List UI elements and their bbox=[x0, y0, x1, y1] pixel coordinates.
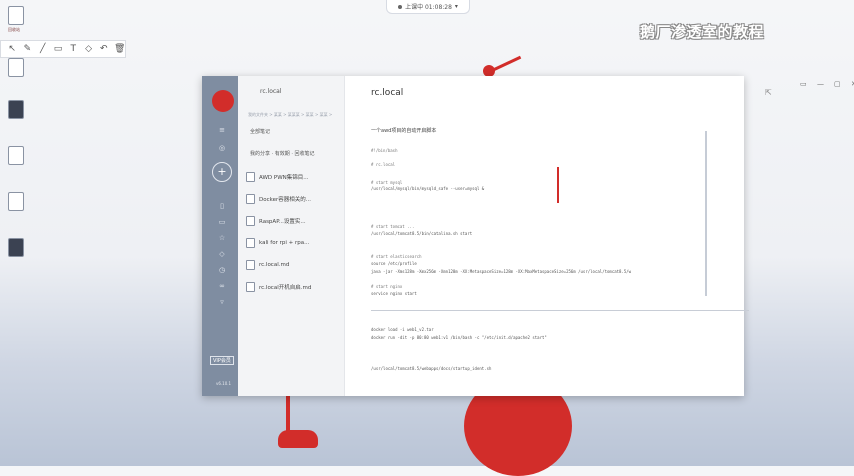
code-line: java -jar -Xms128m -Xmx256m -Xmn128m -XX… bbox=[371, 269, 632, 274]
link-icon[interactable]: ∞ bbox=[217, 282, 227, 290]
document-icon bbox=[246, 238, 255, 248]
list-item[interactable]: rc.local开机自启.md bbox=[246, 282, 311, 292]
new-note-button[interactable]: + bbox=[212, 162, 232, 182]
recycle-bin-icon bbox=[8, 6, 24, 25]
wallpaper-decoration bbox=[557, 167, 559, 203]
tag-icon[interactable]: ◇ bbox=[217, 250, 227, 258]
clock-icon[interactable]: ◷ bbox=[217, 266, 227, 274]
code-line: /usr/local/mysql/bin/mysqld_safe --user=… bbox=[371, 186, 485, 191]
recording-status: 上课中 01:08:28 bbox=[405, 4, 452, 11]
recording-indicator[interactable]: 上课中 01:08:28 ▾ bbox=[386, 0, 470, 14]
chevron-down-icon[interactable]: ▾ bbox=[455, 3, 458, 10]
desktop-icon[interactable] bbox=[8, 100, 26, 119]
section-all-notes[interactable]: 全部笔记 bbox=[250, 128, 270, 135]
list-item[interactable]: Docker容器相关的... bbox=[246, 194, 311, 204]
annotation-toolbar: ↖ ✎ ╱ ▭ T ◇ ↶ 🗑 bbox=[0, 40, 126, 58]
vip-badge[interactable]: VIP会员 bbox=[210, 356, 234, 365]
notes-icon[interactable]: ≡ bbox=[217, 126, 227, 134]
code-line: # start tomcat ... bbox=[371, 224, 415, 229]
mouse-cursor-icon: ⇱ bbox=[765, 88, 772, 97]
code-line: # start mysql bbox=[371, 180, 403, 185]
horizontal-rule bbox=[371, 310, 749, 311]
document-icon bbox=[246, 194, 255, 204]
file-icon bbox=[8, 58, 24, 77]
desktop-icon[interactable] bbox=[8, 238, 26, 257]
video-title-overlay: 鹅厂渗透室的教程 bbox=[640, 23, 765, 41]
code-line: # start elasticsearch bbox=[371, 254, 422, 259]
eraser-tool-icon[interactable]: ◇ bbox=[83, 44, 93, 54]
line-tool-icon[interactable]: ╱ bbox=[38, 44, 48, 54]
code-line: docker run -dit -p 80:80 web1:v1 /bin/ba… bbox=[371, 335, 547, 340]
document-title: rc.local bbox=[371, 88, 404, 98]
share-icon[interactable]: ◎ bbox=[217, 144, 227, 152]
note-list-panel: rc.local 我的文件夹 > 某某 > 某某某 > 某某 > 某某 > 全部… bbox=[238, 76, 345, 396]
document-heading: 一个awd项目的自动开启脚本 bbox=[371, 128, 437, 134]
code-line: source /etc/profile bbox=[371, 261, 417, 266]
code-line: # rc.local bbox=[371, 162, 396, 167]
vertical-scrollbar[interactable] bbox=[705, 131, 707, 296]
breadcrumb[interactable]: 我的文件夹 > 某某 > 某某某 > 某某 > 某某 > bbox=[248, 112, 332, 118]
desktop-icon[interactable] bbox=[8, 192, 26, 211]
wallpaper-decoration bbox=[492, 55, 522, 72]
desktop-icon[interactable] bbox=[8, 146, 26, 165]
file-icon bbox=[8, 146, 24, 165]
list-item[interactable]: rc.local.md bbox=[246, 260, 289, 270]
minimize-button[interactable]: — bbox=[817, 80, 824, 88]
select-tool-icon[interactable]: ↖ bbox=[7, 44, 17, 54]
undo-icon[interactable]: ↶ bbox=[99, 44, 109, 54]
document-icon bbox=[246, 260, 255, 270]
code-line: /usr/local/tomcat8.5/bin/catalina.sh sta… bbox=[371, 231, 473, 236]
pin-icon[interactable]: ▭ bbox=[800, 80, 807, 88]
record-icon bbox=[398, 4, 403, 9]
code-line: service nginx start bbox=[371, 291, 417, 296]
wallpaper-decoration bbox=[278, 430, 318, 448]
section-recent[interactable]: 我的分享 · 有效期 · 回收笔记 bbox=[250, 150, 315, 157]
version-text: v6.10.1 bbox=[216, 381, 232, 386]
file-icon bbox=[8, 100, 24, 119]
desktop-icon[interactable] bbox=[8, 58, 26, 77]
doc-icon[interactable]: ▯ bbox=[217, 202, 227, 210]
file-icon bbox=[8, 192, 24, 211]
document-icon bbox=[246, 172, 255, 182]
code-line: # start nginx bbox=[371, 284, 403, 289]
desktop-icon-recycle-bin[interactable]: 回收站 bbox=[8, 6, 26, 33]
avatar[interactable] bbox=[212, 90, 234, 112]
pen-tool-icon[interactable]: ✎ bbox=[22, 44, 32, 54]
trash-icon[interactable]: ▿ bbox=[217, 298, 227, 306]
notebook-title: rc.local bbox=[260, 88, 282, 95]
list-item[interactable]: RaspAP...设置实... bbox=[246, 216, 306, 226]
text-tool-icon[interactable]: T bbox=[68, 44, 78, 54]
maximize-button[interactable]: ▢ bbox=[834, 80, 841, 88]
folder-icon[interactable]: ▭ bbox=[217, 218, 227, 226]
document-icon bbox=[246, 282, 255, 292]
star-icon[interactable]: ☆ bbox=[217, 234, 227, 242]
rectangle-tool-icon[interactable]: ▭ bbox=[53, 44, 63, 54]
file-icon bbox=[8, 238, 24, 257]
notes-app-window: ≡ ◎ + ▯ ▭ ☆ ◇ ◷ ∞ ▿ VIP会员 v6.10.1 rc.loc… bbox=[202, 76, 854, 396]
editor-pane[interactable]: rc.local ⇱ ▭ — ▢ ✕ 一个awd项目的自动开启脚本 #!/bin… bbox=[345, 76, 854, 396]
document-icon bbox=[246, 216, 255, 226]
trash-icon[interactable]: 🗑 bbox=[114, 44, 125, 54]
code-line: #!/bin/bash bbox=[371, 148, 398, 153]
app-left-rail: ≡ ◎ + ▯ ▭ ☆ ◇ ◷ ∞ ▿ VIP会员 v6.10.1 bbox=[202, 76, 238, 396]
code-line: /usr/local/tomcat8.5/webapps/docs/startu… bbox=[371, 366, 492, 371]
list-item[interactable]: AWD PWN集锦目... bbox=[246, 172, 309, 182]
list-item[interactable]: kali for rpi + rpa... bbox=[246, 238, 309, 248]
code-line: docker load -i web1_v2.tar bbox=[371, 327, 434, 332]
